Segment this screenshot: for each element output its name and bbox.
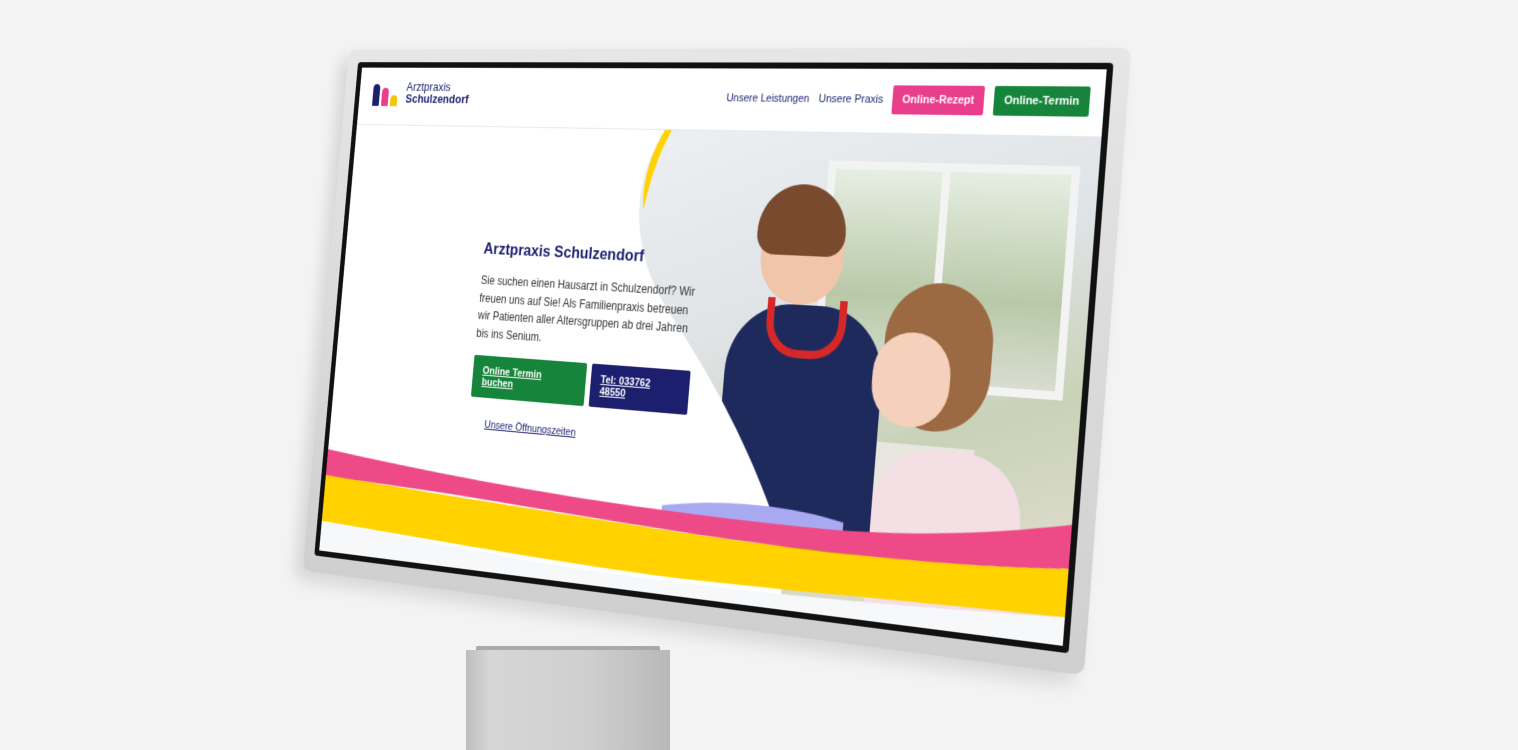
- logo-figure-small-child: [389, 95, 398, 107]
- online-rezept-button[interactable]: Online-Rezept: [891, 85, 986, 116]
- logo-line2: Schulzendorf: [404, 91, 470, 107]
- online-termin-button[interactable]: Online-Termin: [992, 85, 1091, 117]
- phone-button[interactable]: Tel: 033762 48550: [588, 363, 691, 416]
- book-appointment-button[interactable]: Online Termin buchen: [470, 355, 587, 407]
- hero-content: Arztpraxis Schulzendorf Sie suchen einen…: [468, 239, 701, 449]
- logo-figure-adult: [371, 84, 381, 106]
- monitor: Arztpraxis Schulzendorf Unsere Leistunge…: [302, 47, 1132, 676]
- monitor-bezel: Arztpraxis Schulzendorf Unsere Leistunge…: [314, 62, 1114, 654]
- monitor-scene: Arztpraxis Schulzendorf Unsere Leistunge…: [0, 0, 1518, 737]
- family-logo-icon: [371, 79, 401, 107]
- main-nav: Unsere Leistungen Unsere Praxis Online-R…: [725, 84, 1091, 117]
- nav-unsere-praxis[interactable]: Unsere Praxis: [818, 93, 884, 106]
- hero-buttons: Online Termin buchen Tel: 033762 48550: [470, 355, 691, 416]
- website-screen: Arztpraxis Schulzendorf Unsere Leistunge…: [319, 67, 1107, 646]
- hero-description: Sie suchen einen Hausarzt in Schulzendor…: [475, 273, 696, 345]
- hero-section: Arztpraxis Schulzendorf Sie suchen einen…: [319, 123, 1102, 646]
- logo-text: Arztpraxis Schulzendorf: [404, 80, 470, 107]
- logo-figure-child: [380, 87, 390, 107]
- site-logo[interactable]: Arztpraxis Schulzendorf: [371, 79, 470, 107]
- nav-unsere-leistungen[interactable]: Unsere Leistungen: [726, 92, 810, 105]
